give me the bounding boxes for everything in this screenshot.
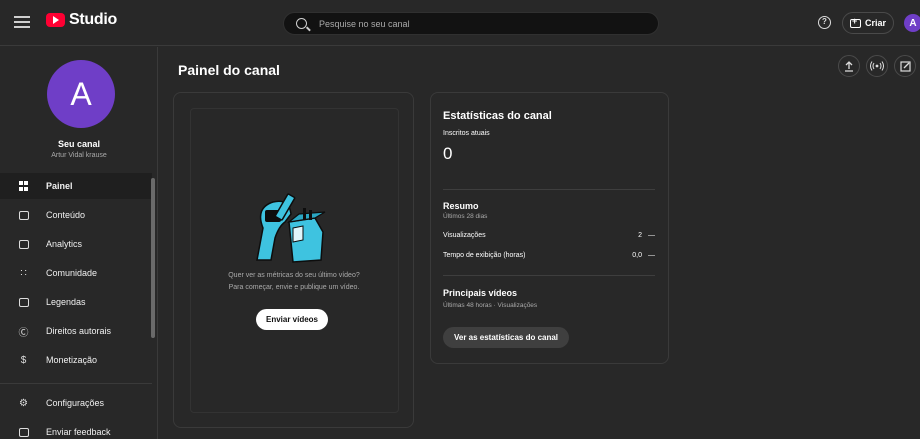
metric-trend: —: [648, 252, 655, 259]
metric-row-views: Visualizações 2 —: [443, 232, 655, 239]
studio-logo[interactable]: Studio: [46, 11, 117, 29]
stats-divider: [443, 275, 655, 276]
menu-icon[interactable]: [14, 13, 30, 31]
sidebar-item-legendas[interactable]: Legendas: [0, 289, 152, 315]
sidebar-scrollbar[interactable]: [151, 178, 155, 338]
upload-icon[interactable]: [838, 55, 860, 77]
sidebar-item-label: Monetização: [46, 355, 98, 365]
sidebar-item-comunidade[interactable]: ∷ Comunidade: [0, 260, 152, 286]
stats-title: Estatísticas do canal: [443, 110, 552, 122]
copyright-icon: Ⓒ: [18, 327, 29, 339]
top-videos-title: Principais vídeos: [443, 288, 518, 298]
create-post-icon[interactable]: [894, 55, 916, 77]
sidebar-item-conteudo[interactable]: Conteúdo: [0, 202, 152, 228]
sidebar-item-analytics[interactable]: Analytics: [0, 231, 152, 257]
community-icon: ∷: [20, 267, 27, 279]
youtube-play-icon: [46, 13, 65, 27]
metric-row-watch-time: Tempo de exibição (horas) 0,0 —: [443, 252, 655, 259]
top-videos-subtitle: Últimas 48 horas · Visualizações: [443, 302, 538, 309]
sidebar-divider: [0, 383, 152, 384]
search-icon[interactable]: [296, 18, 307, 29]
empty-state-line-2: Para começar, envie e publique um vídeo.: [228, 284, 360, 291]
channel-name: Seu canal: [57, 139, 101, 149]
empty-state-illustration: [245, 188, 341, 268]
metric-trend: —: [648, 232, 655, 239]
search-input[interactable]: [319, 18, 619, 29]
empty-state-text: Quer ver as métricas do seu último vídeo…: [176, 270, 412, 294]
sidebar: A Seu canal Artur Vidal krause Painel Co…: [0, 47, 158, 439]
view-channel-stats-button[interactable]: Ver as estatísticas do canal: [443, 327, 569, 348]
summary-title: Resumo: [443, 201, 479, 211]
sidebar-item-label: Comunidade: [46, 268, 98, 278]
sidebar-item-monetizacao[interactable]: $ Monetização: [0, 347, 152, 373]
logo-text: Studio: [69, 11, 117, 28]
subscribers-label: Inscritos atuais: [443, 130, 490, 137]
sidebar-item-label: Analytics: [46, 239, 83, 249]
metric-label: Visualizações: [443, 232, 486, 239]
summary-period: Últimos 28 dias: [443, 213, 488, 220]
search-bar[interactable]: [283, 12, 659, 35]
live-icon[interactable]: [866, 55, 888, 77]
sidebar-item-painel[interactable]: Painel: [0, 173, 152, 199]
metric-value: 0,0: [632, 252, 642, 259]
create-label: Criar: [864, 18, 886, 28]
sidebar-item-configuracoes[interactable]: ⚙ Configurações: [0, 390, 152, 416]
empty-state-line-1: Quer ver as métricas do seu último vídeo…: [228, 272, 360, 279]
gear-icon: ⚙: [19, 397, 28, 409]
content-icon: [18, 210, 29, 221]
channel-avatar[interactable]: A: [47, 60, 115, 128]
channel-handle: Artur Vidal krause: [51, 152, 107, 159]
upload-videos-button[interactable]: Enviar vídeos: [256, 309, 328, 330]
sidebar-item-enviar-feedback[interactable]: Enviar feedback: [0, 419, 152, 439]
sidebar-item-label: Enviar feedback: [46, 427, 111, 437]
feedback-icon: [18, 427, 29, 438]
create-button[interactable]: Criar: [842, 12, 894, 34]
sidebar-item-label: Legendas: [46, 297, 86, 307]
sidebar-item-label: Direitos autorais: [46, 326, 112, 336]
top-bar: Studio ? Criar A: [0, 0, 920, 46]
page-title: Painel do canal: [178, 62, 280, 78]
add-video-icon: [849, 16, 861, 28]
stats-divider: [443, 189, 655, 190]
account-avatar[interactable]: A: [904, 14, 920, 32]
help-icon[interactable]: ?: [818, 16, 831, 29]
metric-value: 2: [638, 232, 642, 239]
analytics-icon: [18, 239, 29, 250]
dashboard-icon: [18, 181, 29, 192]
subtitles-icon: [18, 297, 29, 308]
sidebar-item-direitos-autorais[interactable]: Ⓒ Direitos autorais: [0, 318, 152, 344]
sidebar-item-label: Conteúdo: [46, 210, 86, 220]
metric-label: Tempo de exibição (horas): [443, 252, 526, 259]
sidebar-item-label: Painel: [46, 181, 73, 191]
sidebar-item-label: Configurações: [46, 398, 105, 408]
dollar-icon: $: [20, 354, 27, 366]
subscribers-value: 0: [443, 144, 453, 163]
